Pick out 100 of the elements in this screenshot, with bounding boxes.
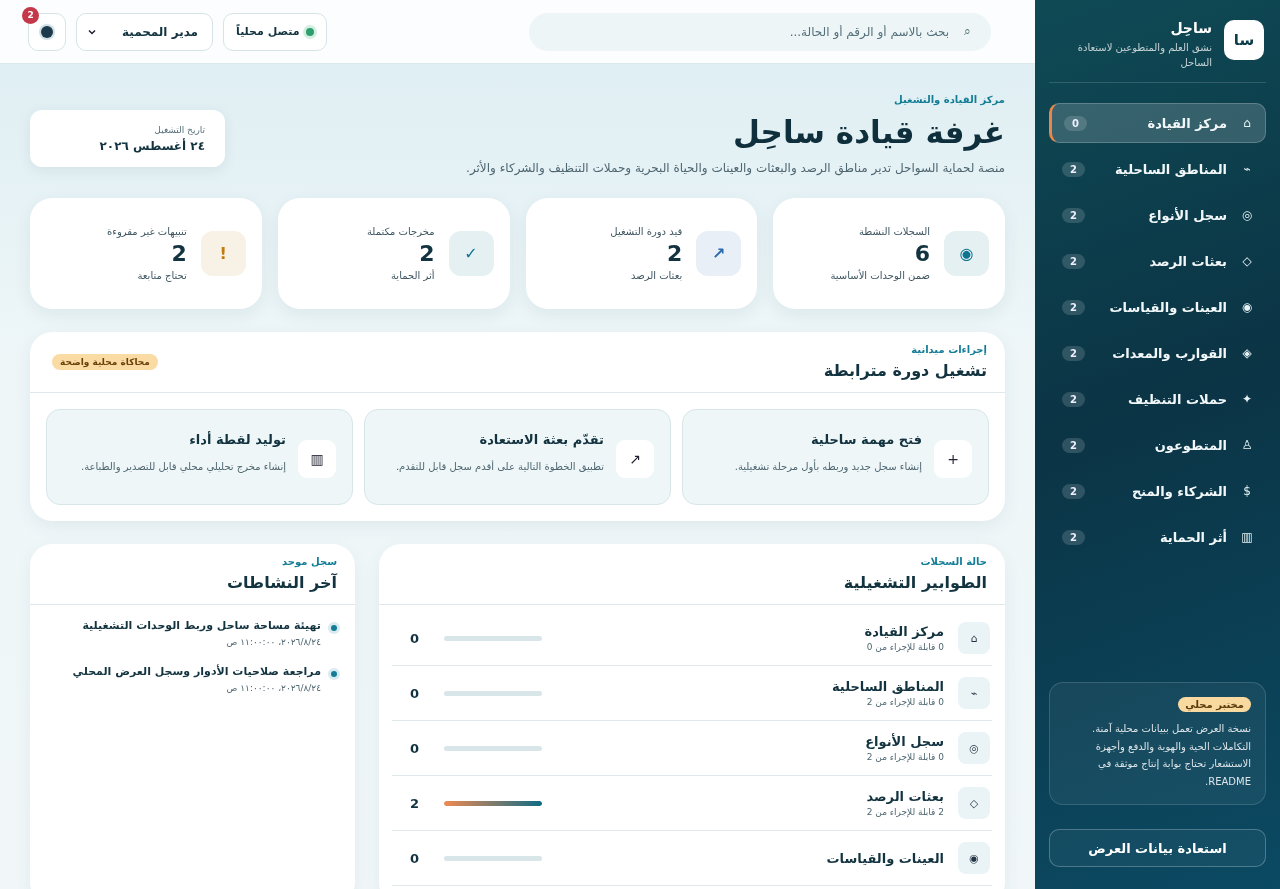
count-badge: 2 bbox=[1062, 253, 1085, 269]
activity-title: مراجعة صلاحيات الأدوار وسجل العرض المحلي bbox=[72, 665, 321, 678]
action-text: إنشاء سجل جديد وربطه بأول مرحلة تشغيلية. bbox=[734, 461, 922, 472]
nav-icon: ⌁ bbox=[1239, 162, 1255, 176]
notification-count: 2 bbox=[22, 6, 39, 24]
nav-label: أثر الحماية bbox=[1158, 529, 1227, 545]
stat-icon: ◉ bbox=[944, 231, 989, 276]
activity-time: ٢٠٢٦/٨/٢٤، ١١:٠٠:٠٠ ص bbox=[225, 637, 321, 647]
action-title: تقدّم بعثة الاستعادة bbox=[478, 432, 604, 447]
nav-icon: ▥ bbox=[1239, 530, 1255, 544]
action-card[interactable]: ▥ توليد لقطة أداء إنشاء مخرج تحليلي محلي قابل للتصدير والطباعة. bbox=[46, 409, 353, 505]
nav-icon: $ bbox=[1239, 484, 1255, 498]
nav-icon: ◎ bbox=[1239, 208, 1255, 222]
queue-icon: ◉ bbox=[958, 842, 990, 874]
queue-subtitle: 0 قابلة للإجراء من 2 bbox=[865, 752, 944, 762]
nav-label: العينات والقياسات bbox=[1108, 299, 1227, 315]
date-label: تاريخ التشغيل bbox=[153, 124, 205, 135]
stat-icon: ↗ bbox=[696, 231, 742, 276]
mode-badge: محاكاة محلية واضحة bbox=[52, 354, 158, 370]
eyebrow: سجل موحد bbox=[281, 556, 337, 567]
nav-label: مركز القيادة bbox=[1146, 115, 1227, 131]
count-badge: 2 bbox=[1062, 437, 1085, 453]
stat-icon: ! bbox=[200, 231, 246, 276]
nav-icon: ⌂ bbox=[1239, 116, 1255, 130]
page-title: غرفة قيادة ساحِل bbox=[731, 114, 1005, 150]
timeline-dot bbox=[331, 671, 337, 677]
nav-label: حملات التنظيف bbox=[1127, 391, 1227, 407]
action-title: فتح مهمة ساحلية bbox=[810, 432, 922, 447]
panel-title: تشغيل دورة مترابطة bbox=[823, 361, 987, 380]
queue-title: مركز القيادة bbox=[863, 624, 944, 639]
action-icon: ▥ bbox=[298, 440, 336, 478]
role-select[interactable]: مدير المحمية bbox=[76, 12, 213, 51]
count-badge: 2 bbox=[1062, 391, 1085, 407]
count-badge: 0 bbox=[1064, 115, 1087, 131]
stat-label: تنبيهات غير مقروءة bbox=[107, 226, 187, 237]
queue-count: 0 bbox=[410, 850, 421, 866]
brand-tagline: نشق العلم والمتطوعين لاستعادة الساحل bbox=[1076, 41, 1212, 70]
queue-icon: ⌁ bbox=[958, 677, 990, 709]
count-badge: 2 bbox=[1062, 207, 1085, 223]
nav-label: سجل الأنواع bbox=[1147, 207, 1227, 223]
queue-count: 0 bbox=[410, 685, 421, 701]
queue-title: بعثات الرصد bbox=[865, 789, 944, 804]
stat-label: قيد دورة التشغيل bbox=[610, 226, 683, 237]
count-badge: 2 bbox=[1062, 299, 1085, 315]
action-text: إنشاء مخرج تحليلي محلي قابل للتصدير والطباعة. bbox=[81, 461, 286, 472]
stat-note: ضمن الوحدات الأساسية bbox=[830, 270, 930, 281]
queue-icon: ◎ bbox=[958, 732, 990, 764]
notification-button[interactable] bbox=[28, 12, 66, 51]
stat-value: 2 bbox=[665, 241, 683, 266]
nav-label: المناطق الساحلية bbox=[1113, 161, 1227, 177]
action-card[interactable]: ↗ تقدّم بعثة الاستعادة تطبيق الخطوة التالية على أقدم سجل قابل للتقدم. bbox=[364, 409, 671, 505]
queue-subtitle: 2 قابلة للإجراء من 2 bbox=[865, 807, 944, 817]
note-text: نسخة العرض تعمل ببيانات محلية آمنة. التكاملات الحية والهوية والدفع وأجهزة الاستشعار تحتاج بوابة إنتاج موثقة في README. bbox=[1091, 722, 1251, 789]
queue-icon: ⌂ bbox=[958, 622, 990, 654]
action-title: توليد لقطة أداء bbox=[188, 432, 286, 447]
stat-value: 6 bbox=[913, 241, 930, 266]
action-text: تطبيق الخطوة التالية على أقدم سجل قابل للتقدم. bbox=[395, 461, 604, 472]
nav-icon: ◇ bbox=[1239, 254, 1255, 268]
stat-note: أثر الحماية bbox=[390, 270, 435, 281]
search-icon: ⌕ bbox=[964, 23, 971, 38]
date-value: ٢٤ أغسطس ٢٠٢٦ bbox=[98, 138, 205, 153]
stat-value: 2 bbox=[418, 241, 435, 266]
nav-label: الشركاء والمنح bbox=[1130, 483, 1227, 499]
nav-icon: ♙ bbox=[1239, 438, 1255, 452]
queue-count: 0 bbox=[410, 740, 421, 756]
count-badge: 2 bbox=[1062, 529, 1085, 545]
stat-icon: ✓ bbox=[448, 231, 494, 276]
eyebrow: حالة السجلات bbox=[919, 556, 987, 567]
activity-title: تهيئة مساحة ساحل وربط الوحدات التشغيلية bbox=[82, 619, 321, 632]
count-badge: 2 bbox=[1062, 345, 1085, 361]
stat-note: بعثات الرصد bbox=[629, 270, 683, 281]
stat-value: 2 bbox=[170, 241, 187, 266]
note-badge: مختبر محلي bbox=[1178, 697, 1251, 712]
stat-label: السجلات النشطة bbox=[857, 226, 930, 237]
count-badge: 2 bbox=[1062, 161, 1085, 177]
queue-title: سجل الأنواع bbox=[864, 734, 944, 749]
nav-icon: ✦ bbox=[1239, 392, 1255, 406]
brand-name: ساحِل bbox=[1169, 20, 1212, 36]
panel-title: آخر النشاطات bbox=[227, 573, 337, 592]
action-card[interactable]: + فتح مهمة ساحلية إنشاء سجل جديد وربطه بأول مرحلة تشغيلية. bbox=[682, 409, 989, 505]
timeline-dot bbox=[331, 625, 337, 631]
action-icon: ↗ bbox=[616, 440, 654, 478]
eyebrow: إجراءات ميدانية bbox=[910, 344, 987, 355]
eyebrow: مركز القيادة والتشغيل bbox=[893, 94, 1005, 105]
restore-button[interactable]: استعادة بيانات العرض bbox=[1049, 829, 1266, 867]
queue-count: 0 bbox=[410, 630, 421, 646]
queue-icon: ◇ bbox=[958, 787, 990, 819]
count-badge: 2 bbox=[1062, 483, 1085, 499]
page-description: منصة لحماية السواحل تدير مناطق الرصد والبعثات والعينات والحياة البحرية وحملات التنظيف والشركاء والأثر. bbox=[466, 161, 1005, 175]
queue-subtitle: 0 قابلة للإجراء من 2 bbox=[865, 697, 944, 707]
nav-label: بعثات الرصد bbox=[1148, 253, 1227, 269]
queue-count: 2 bbox=[410, 795, 421, 811]
activity-time: ٢٠٢٦/٨/٢٤، ١١:٠٠:٠٠ ص bbox=[225, 683, 321, 693]
stat-label: مخرجات مكتملة bbox=[367, 226, 435, 237]
status-label: متصل محلياً bbox=[236, 25, 300, 38]
nav-label: القوارب والمعدات bbox=[1111, 345, 1227, 361]
action-icon: + bbox=[934, 440, 972, 478]
queue-title: العينات والقياسات bbox=[825, 850, 944, 866]
queue-subtitle: 0 قابلة للإجراء من 0 bbox=[865, 642, 944, 652]
nav-label: المتطوعون bbox=[1153, 437, 1227, 453]
